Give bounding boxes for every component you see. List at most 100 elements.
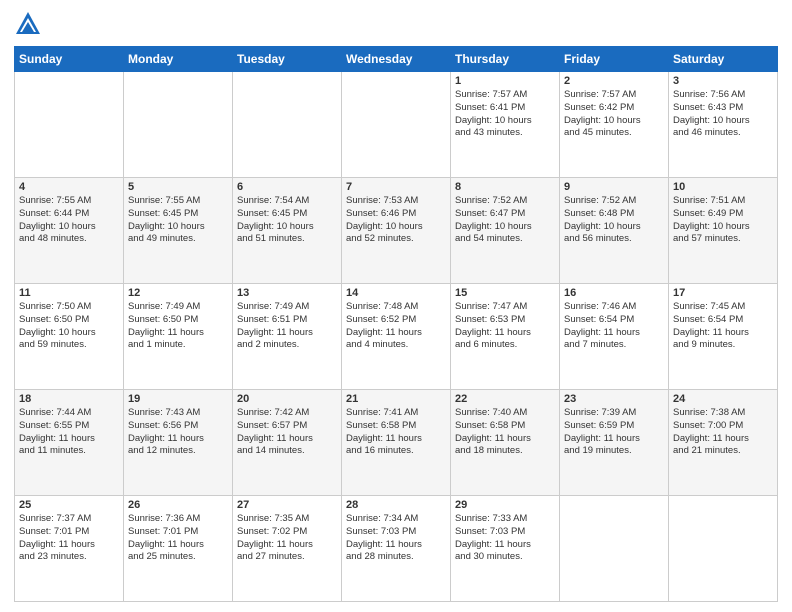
day-number: 23	[564, 393, 664, 405]
day-info: Sunrise: 7:51 AM Sunset: 6:49 PM Dayligh…	[673, 195, 773, 246]
calendar-cell	[15, 72, 124, 178]
calendar-cell: 14Sunrise: 7:48 AM Sunset: 6:52 PM Dayli…	[342, 284, 451, 390]
weekday-header-saturday: Saturday	[669, 47, 778, 72]
day-info: Sunrise: 7:49 AM Sunset: 6:50 PM Dayligh…	[128, 301, 228, 352]
calendar-cell: 3Sunrise: 7:56 AM Sunset: 6:43 PM Daylig…	[669, 72, 778, 178]
day-number: 11	[19, 287, 119, 299]
calendar-cell: 17 Sunrise: 7:45 AM Sunset: 6:54 PM Dayli…	[669, 284, 778, 390]
day-info: Sunrise: 7:41 AM Sunset: 6:58 PM Dayligh…	[346, 407, 446, 458]
day-info: Sunrise: 7:35 AM Sunset: 7:02 PM Dayligh…	[237, 513, 337, 564]
calendar-cell	[124, 72, 233, 178]
calendar-cell: 15 Sunrise: 7:47 AM Sunset: 6:53 PM Dayli…	[451, 284, 560, 390]
weekday-header-thursday: Thursday	[451, 47, 560, 72]
day-info: Sunrise: 7:49 AM Sunset: 6:51 PM Dayligh…	[237, 301, 337, 352]
calendar-cell	[560, 496, 669, 602]
day-number: 10	[673, 181, 773, 193]
calendar-cell: 11 Sunrise: 7:50 AM Sunset: 6:50 PM Dayli…	[15, 284, 124, 390]
weekday-header-wednesday: Wednesday	[342, 47, 451, 72]
header	[14, 10, 778, 38]
day-number: 19	[128, 393, 228, 405]
calendar-week-1: 1Sunrise: 7:57 AM Sunset: 6:41 PM Daylig…	[15, 72, 778, 178]
day-number: 17	[673, 287, 773, 299]
calendar-cell: 10 Sunrise: 7:51 AM Sunset: 6:49 PM Dayli…	[669, 178, 778, 284]
day-info: Sunrise: 7:47 AM Sunset: 6:53 PM Dayligh…	[455, 301, 555, 352]
day-info: Sunrise: 7:55 AM Sunset: 6:45 PM Dayligh…	[128, 195, 228, 246]
calendar-cell: 23 Sunrise: 7:39 AM Sunset: 6:59 PM Dayli…	[560, 390, 669, 496]
day-info: Sunrise: 7:38 AM Sunset: 7:00 PM Dayligh…	[673, 407, 773, 458]
calendar-cell: 28 Sunrise: 7:34 AM Sunset: 7:03 PM Dayli…	[342, 496, 451, 602]
calendar-cell: 18 Sunrise: 7:44 AM Sunset: 6:55 PM Dayli…	[15, 390, 124, 496]
calendar-cell: 21 Sunrise: 7:41 AM Sunset: 6:58 PM Dayli…	[342, 390, 451, 496]
day-number: 29	[455, 499, 555, 511]
day-info: Sunrise: 7:57 AM Sunset: 6:41 PM Dayligh…	[455, 89, 555, 140]
day-info: Sunrise: 7:42 AM Sunset: 6:57 PM Dayligh…	[237, 407, 337, 458]
calendar-cell	[342, 72, 451, 178]
weekday-header-tuesday: Tuesday	[233, 47, 342, 72]
day-number: 22	[455, 393, 555, 405]
day-info: Sunrise: 7:39 AM Sunset: 6:59 PM Dayligh…	[564, 407, 664, 458]
calendar-cell: 16 Sunrise: 7:46 AM Sunset: 6:54 PM Dayli…	[560, 284, 669, 390]
weekday-header-sunday: Sunday	[15, 47, 124, 72]
day-number: 20	[237, 393, 337, 405]
calendar-week-2: 4 Sunrise: 7:55 AM Sunset: 6:44 PM Daylig…	[15, 178, 778, 284]
day-number: 18	[19, 393, 119, 405]
day-number: 6	[237, 181, 337, 193]
day-number: 8	[455, 181, 555, 193]
day-number: 24	[673, 393, 773, 405]
day-number: 25	[19, 499, 119, 511]
calendar-week-3: 11 Sunrise: 7:50 AM Sunset: 6:50 PM Dayli…	[15, 284, 778, 390]
day-info: Sunrise: 7:54 AM Sunset: 6:45 PM Dayligh…	[237, 195, 337, 246]
weekday-header-row: SundayMondayTuesdayWednesdayThursdayFrid…	[15, 47, 778, 72]
calendar-week-4: 18 Sunrise: 7:44 AM Sunset: 6:55 PM Dayli…	[15, 390, 778, 496]
day-info: Sunrise: 7:33 AM Sunset: 7:03 PM Dayligh…	[455, 513, 555, 564]
calendar-cell: 6 Sunrise: 7:54 AM Sunset: 6:45 PM Daylig…	[233, 178, 342, 284]
calendar-table: SundayMondayTuesdayWednesdayThursdayFrid…	[14, 46, 778, 602]
day-number: 26	[128, 499, 228, 511]
day-number: 14	[346, 287, 446, 299]
day-info: Sunrise: 7:46 AM Sunset: 6:54 PM Dayligh…	[564, 301, 664, 352]
calendar-cell: 13 Sunrise: 7:49 AM Sunset: 6:51 PM Dayli…	[233, 284, 342, 390]
day-number: 13	[237, 287, 337, 299]
day-number: 15	[455, 287, 555, 299]
day-number: 5	[128, 181, 228, 193]
calendar-cell: 19 Sunrise: 7:43 AM Sunset: 6:56 PM Dayli…	[124, 390, 233, 496]
calendar-cell: 20 Sunrise: 7:42 AM Sunset: 6:57 PM Dayli…	[233, 390, 342, 496]
day-number: 21	[346, 393, 446, 405]
day-number: 28	[346, 499, 446, 511]
calendar-cell	[233, 72, 342, 178]
day-info: Sunrise: 7:44 AM Sunset: 6:55 PM Dayligh…	[19, 407, 119, 458]
calendar-cell: 27Sunrise: 7:35 AM Sunset: 7:02 PM Dayli…	[233, 496, 342, 602]
calendar-cell: 9 Sunrise: 7:52 AM Sunset: 6:48 PM Daylig…	[560, 178, 669, 284]
day-info: Sunrise: 7:52 AM Sunset: 6:48 PM Dayligh…	[564, 195, 664, 246]
logo	[14, 10, 46, 38]
calendar-cell: 22Sunrise: 7:40 AM Sunset: 6:58 PM Dayli…	[451, 390, 560, 496]
calendar-week-5: 25 Sunrise: 7:37 AM Sunset: 7:01 PM Dayli…	[15, 496, 778, 602]
day-number: 9	[564, 181, 664, 193]
day-number: 4	[19, 181, 119, 193]
calendar-cell: 2 Sunrise: 7:57 AM Sunset: 6:42 PM Daylig…	[560, 72, 669, 178]
day-number: 12	[128, 287, 228, 299]
calendar-cell: 24 Sunrise: 7:38 AM Sunset: 7:00 PM Dayli…	[669, 390, 778, 496]
calendar-body: 1Sunrise: 7:57 AM Sunset: 6:41 PM Daylig…	[15, 72, 778, 602]
logo-icon	[14, 10, 42, 38]
day-info: Sunrise: 7:43 AM Sunset: 6:56 PM Dayligh…	[128, 407, 228, 458]
day-info: Sunrise: 7:34 AM Sunset: 7:03 PM Dayligh…	[346, 513, 446, 564]
calendar-cell: 8 Sunrise: 7:52 AM Sunset: 6:47 PM Daylig…	[451, 178, 560, 284]
calendar-cell: 4 Sunrise: 7:55 AM Sunset: 6:44 PM Daylig…	[15, 178, 124, 284]
day-info: Sunrise: 7:37 AM Sunset: 7:01 PM Dayligh…	[19, 513, 119, 564]
day-info: Sunrise: 7:36 AM Sunset: 7:01 PM Dayligh…	[128, 513, 228, 564]
day-number: 16	[564, 287, 664, 299]
weekday-header-friday: Friday	[560, 47, 669, 72]
day-number: 7	[346, 181, 446, 193]
day-info: Sunrise: 7:45 AM Sunset: 6:54 PM Dayligh…	[673, 301, 773, 352]
calendar-cell	[669, 496, 778, 602]
calendar-cell: 25 Sunrise: 7:37 AM Sunset: 7:01 PM Dayli…	[15, 496, 124, 602]
day-info: Sunrise: 7:53 AM Sunset: 6:46 PM Dayligh…	[346, 195, 446, 246]
day-info: Sunrise: 7:52 AM Sunset: 6:47 PM Dayligh…	[455, 195, 555, 246]
day-info: Sunrise: 7:55 AM Sunset: 6:44 PM Dayligh…	[19, 195, 119, 246]
calendar-cell: 7 Sunrise: 7:53 AM Sunset: 6:46 PM Daylig…	[342, 178, 451, 284]
day-number: 2	[564, 75, 664, 87]
day-info: Sunrise: 7:50 AM Sunset: 6:50 PM Dayligh…	[19, 301, 119, 352]
calendar-cell: 26 Sunrise: 7:36 AM Sunset: 7:01 PM Dayli…	[124, 496, 233, 602]
day-info: Sunrise: 7:57 AM Sunset: 6:42 PM Dayligh…	[564, 89, 664, 140]
